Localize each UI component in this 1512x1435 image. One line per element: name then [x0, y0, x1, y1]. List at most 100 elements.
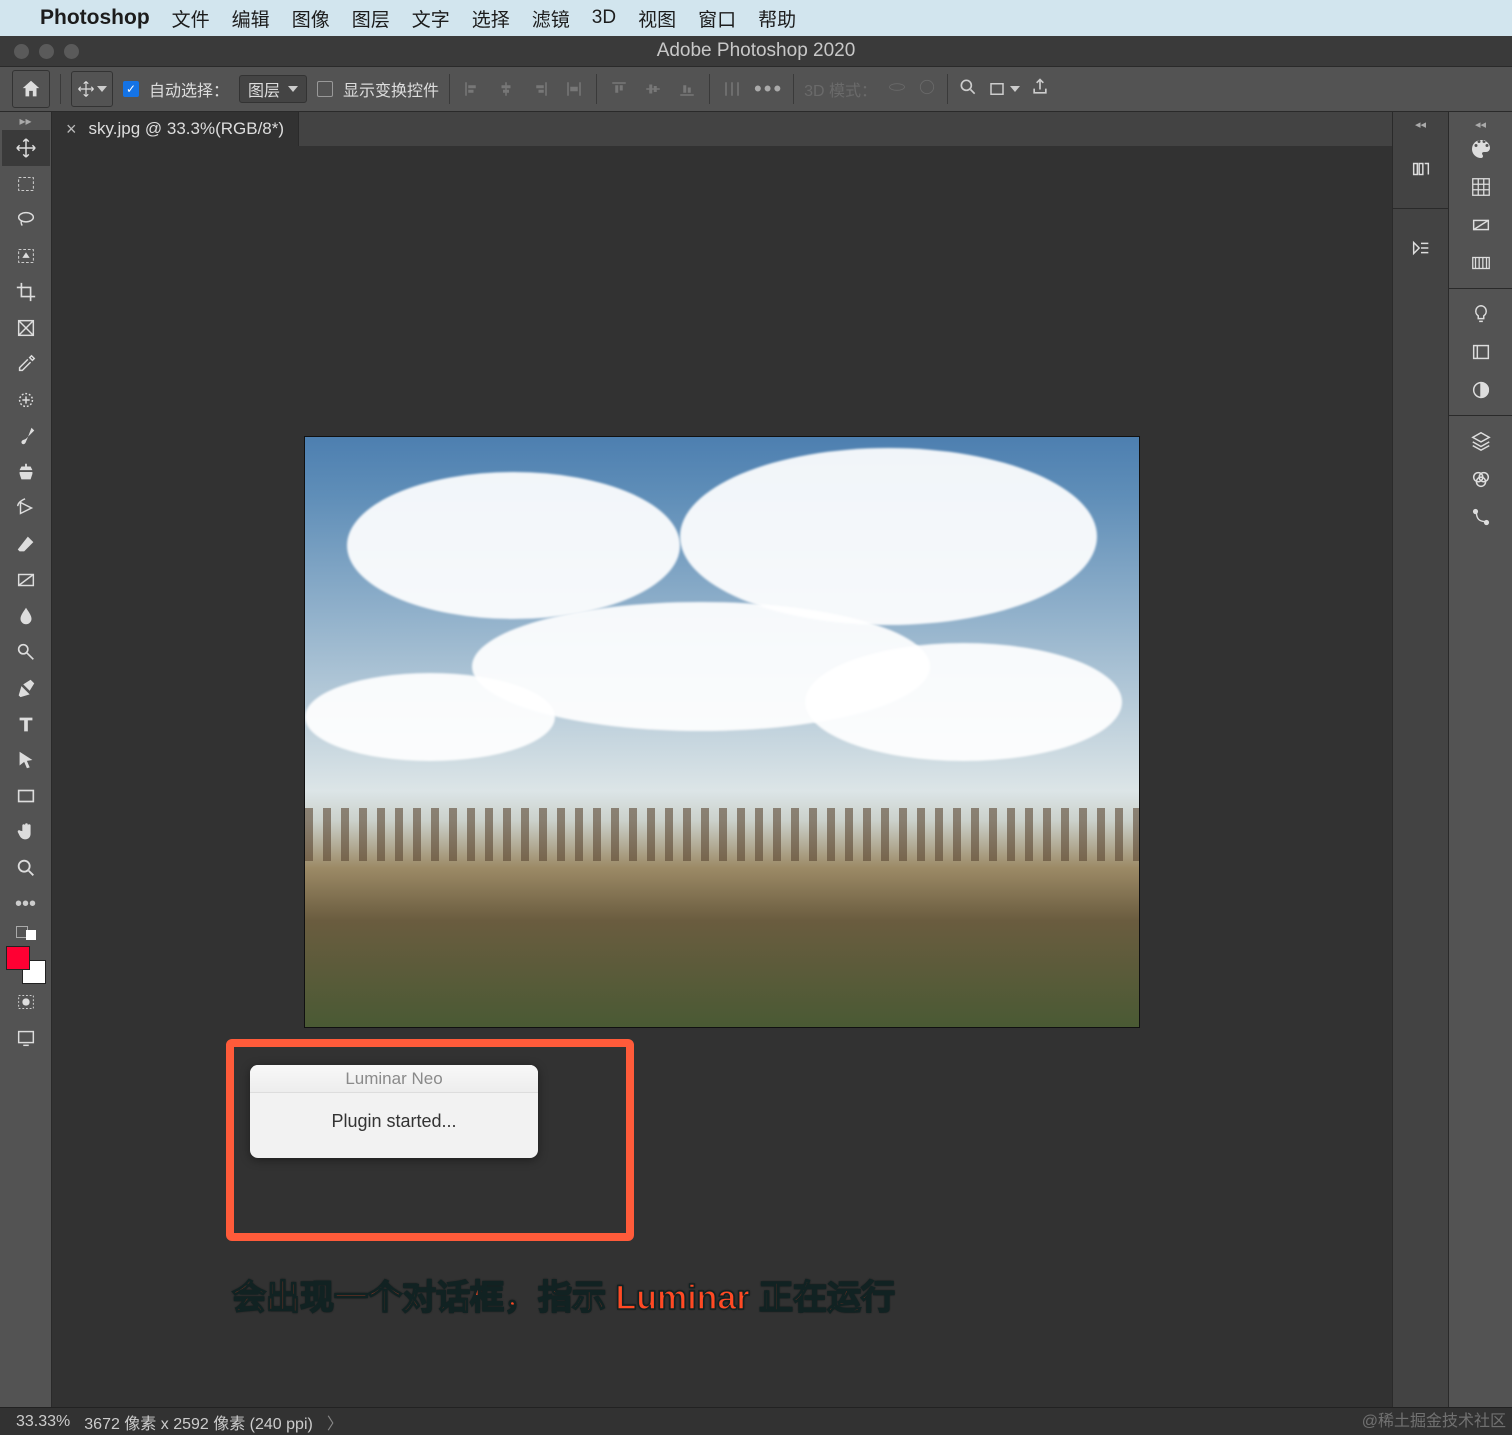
move-tool-indicator[interactable]	[71, 71, 113, 107]
color-swatches[interactable]	[6, 946, 46, 984]
chevron-down-icon	[97, 86, 107, 92]
divider	[449, 74, 450, 104]
layers-panel-icon[interactable]	[1461, 422, 1501, 460]
align-left-icon[interactable]	[460, 77, 484, 101]
share-icon[interactable]	[1030, 77, 1050, 102]
screen-mode-icon[interactable]	[2, 1020, 50, 1056]
auto-select-checkbox[interactable]: ✓	[123, 81, 139, 97]
close-tab-icon[interactable]: ×	[66, 119, 77, 140]
eyedropper-tool[interactable]	[2, 346, 50, 382]
quick-mask-icon[interactable]	[2, 984, 50, 1020]
swatches-panel-icon[interactable]	[1461, 168, 1501, 206]
paths-panel-icon[interactable]	[1461, 498, 1501, 536]
annotation-text: 会出现一个对话框，指示 Luminar 正在运行	[232, 1270, 895, 1319]
document-canvas[interactable]	[305, 437, 1139, 1027]
color-panel-icon[interactable]	[1461, 130, 1501, 168]
frame-tool[interactable]	[2, 310, 50, 346]
align-bottom-icon[interactable]	[675, 77, 699, 101]
status-bar: 33.33% 3672 像素 x 2592 像素 (240 ppi) 〉	[0, 1407, 1512, 1435]
overflow-icon[interactable]: •••	[754, 76, 783, 102]
healing-brush-tool[interactable]	[2, 382, 50, 418]
menu-window[interactable]: 窗口	[698, 5, 736, 32]
workspace-switch-icon[interactable]	[988, 80, 1020, 98]
align-vcenter-icon[interactable]	[641, 77, 665, 101]
auto-select-target-select[interactable]: 图层	[239, 75, 307, 103]
tools-expand-icon[interactable]: ▸▸	[0, 112, 51, 130]
dodge-tool[interactable]	[2, 634, 50, 670]
gradients-panel-icon[interactable]	[1461, 206, 1501, 244]
close-window-icon[interactable]	[14, 44, 29, 59]
blur-tool[interactable]	[2, 598, 50, 634]
auto-select-target-value: 图层	[248, 77, 280, 101]
properties-panel-icon[interactable]	[1401, 229, 1441, 267]
panel-collapse-icon[interactable]: ◂◂	[1415, 118, 1426, 130]
canvas-image	[305, 437, 1139, 1027]
panel-collapse-icon[interactable]: ◂◂	[1475, 118, 1486, 130]
window-titlebar: Adobe Photoshop 2020	[0, 36, 1512, 66]
menu-help[interactable]: 帮助	[758, 5, 796, 32]
brush-tool[interactable]	[2, 418, 50, 454]
show-transform-checkbox[interactable]	[317, 81, 333, 97]
distribute-icon[interactable]	[720, 77, 744, 101]
patterns-panel-icon[interactable]	[1461, 244, 1501, 282]
hand-tool[interactable]	[2, 814, 50, 850]
pen-tool[interactable]	[2, 670, 50, 706]
type-tool[interactable]	[2, 706, 50, 742]
crop-tool[interactable]	[2, 274, 50, 310]
align-top-icon[interactable]	[607, 77, 631, 101]
learn-panel-icon[interactable]	[1461, 295, 1501, 333]
lasso-tool[interactable]	[2, 202, 50, 238]
menu-image[interactable]: 图像	[292, 5, 330, 32]
menu-layer[interactable]: 图层	[352, 5, 390, 32]
marquee-tool[interactable]	[2, 166, 50, 202]
dialog-title: Luminar Neo	[250, 1065, 538, 1093]
path-select-tool[interactable]	[2, 742, 50, 778]
eraser-tool[interactable]	[2, 526, 50, 562]
plugin-dialog: Luminar Neo Plugin started...	[250, 1065, 538, 1158]
options-bar: ✓ 自动选择： 图层 显示变换控件 ••• 3D 模式：	[0, 66, 1512, 112]
gradient-tool[interactable]	[2, 562, 50, 598]
menu-select[interactable]: 选择	[472, 5, 510, 32]
dialog-body: Plugin started...	[250, 1093, 538, 1158]
document-tabs: × sky.jpg @ 33.3%(RGB/8*)	[52, 112, 1392, 146]
menu-type[interactable]: 文字	[412, 5, 450, 32]
info-chevron-icon[interactable]: 〉	[327, 1410, 343, 1434]
libraries-panel-icon[interactable]	[1461, 333, 1501, 371]
menu-file[interactable]: 文件	[172, 5, 210, 32]
right-panels: ◂◂ ◂◂	[1392, 112, 1512, 1407]
menu-3d[interactable]: 3D	[592, 7, 616, 29]
show-transform-label: 显示变换控件	[343, 77, 439, 101]
align-hcenter-icon[interactable]	[494, 77, 518, 101]
minimize-window-icon[interactable]	[39, 44, 54, 59]
channels-panel-icon[interactable]	[1461, 460, 1501, 498]
menu-view[interactable]: 视图	[638, 5, 676, 32]
align-stretch-icon[interactable]	[562, 77, 586, 101]
default-colors-icon[interactable]	[16, 926, 36, 940]
search-icon[interactable]	[958, 77, 978, 102]
auto-select-label: 自动选择：	[149, 77, 229, 101]
app-name[interactable]: Photoshop	[40, 6, 150, 30]
zoom-window-icon[interactable]	[64, 44, 79, 59]
adjustments-panel-icon[interactable]	[1461, 371, 1501, 409]
document-info[interactable]: 3672 像素 x 2592 像素 (240 ppi)	[84, 1410, 313, 1434]
history-panel-icon[interactable]	[1401, 150, 1441, 188]
align-right-icon[interactable]	[528, 77, 552, 101]
mode-3d-label: 3D 模式：	[804, 77, 877, 101]
edit-toolbar-icon[interactable]: •••	[2, 886, 50, 922]
move-tool[interactable]	[2, 130, 50, 166]
zoom-tool[interactable]	[2, 850, 50, 886]
document-tab[interactable]: × sky.jpg @ 33.3%(RGB/8*)	[52, 112, 299, 146]
menu-edit[interactable]: 编辑	[232, 5, 270, 32]
history-brush-tool[interactable]	[2, 490, 50, 526]
zoom-value[interactable]: 33.33%	[16, 1413, 70, 1431]
divider	[596, 74, 597, 104]
document-tab-label: sky.jpg @ 33.3%(RGB/8*)	[89, 119, 285, 139]
rectangle-tool[interactable]	[2, 778, 50, 814]
traffic-lights	[0, 44, 79, 59]
home-button[interactable]	[12, 70, 50, 108]
foreground-color-swatch[interactable]	[6, 946, 30, 970]
menu-filter[interactable]: 滤镜	[532, 5, 570, 32]
object-select-tool[interactable]	[2, 238, 50, 274]
clone-stamp-tool[interactable]	[2, 454, 50, 490]
mac-menubar: Photoshop 文件 编辑 图像 图层 文字 选择 滤镜 3D 视图 窗口 …	[0, 0, 1512, 36]
